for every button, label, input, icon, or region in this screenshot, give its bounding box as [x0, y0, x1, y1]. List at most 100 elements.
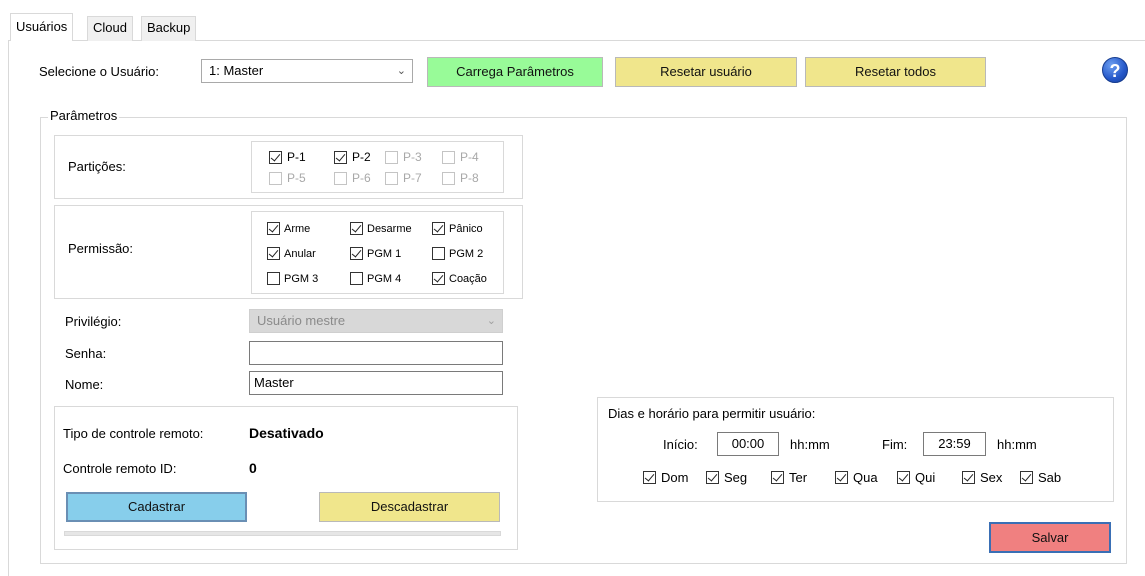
- remote-type-value: Desativado: [249, 425, 324, 441]
- checkbox-box[interactable]: [267, 222, 280, 235]
- checkbox-label: Sex: [980, 470, 1003, 485]
- permission-pgm-4-checkbox[interactable]: PGM 4: [350, 272, 401, 285]
- checkbox-label: PGM 4: [367, 272, 402, 285]
- password-field[interactable]: [249, 341, 503, 365]
- partition-p-1-checkbox[interactable]: P-1: [269, 150, 306, 164]
- reset-all-button[interactable]: Resetar todos: [805, 57, 986, 87]
- tab-usuarios[interactable]: Usuários: [10, 13, 74, 41]
- password-label: Senha:: [65, 346, 107, 361]
- privilege-select-value: Usuário mestre: [257, 313, 346, 328]
- checkbox-label: PGM 1: [367, 247, 402, 260]
- permission-pgm-1-checkbox[interactable]: PGM 1: [350, 247, 401, 260]
- permission-pânico-checkbox[interactable]: Pânico: [432, 222, 483, 235]
- checkbox-box[interactable]: [334, 150, 347, 164]
- permission-desarme-checkbox[interactable]: Desarme: [350, 222, 412, 235]
- unregister-button[interactable]: Descadastrar: [319, 492, 500, 522]
- end-label: Fim:: [882, 437, 908, 452]
- partition-p-7-checkbox: P-7: [385, 171, 422, 185]
- save-button[interactable]: Salvar: [989, 522, 1111, 553]
- select-user-label: Selecione o Usuário:: [39, 64, 159, 79]
- help-icon[interactable]: ?: [1102, 57, 1128, 83]
- name-label: Nome:: [65, 377, 104, 392]
- partition-p-4-checkbox: P-4: [442, 150, 479, 164]
- name-field[interactable]: Master: [249, 371, 503, 395]
- partitions-label: Partições:: [68, 159, 126, 174]
- checkbox-label: P-4: [460, 150, 479, 164]
- checkbox-label: Coação: [449, 272, 487, 285]
- checkbox-box[interactable]: [897, 471, 910, 484]
- partition-p-5-checkbox: P-5: [269, 171, 306, 185]
- permission-pgm-3-checkbox[interactable]: PGM 3: [267, 272, 318, 285]
- checkbox-box[interactable]: [835, 471, 848, 484]
- checkbox-box: [385, 150, 398, 164]
- tab-page-border: [8, 40, 9, 576]
- checkbox-box[interactable]: [350, 247, 363, 260]
- checkbox-box[interactable]: [350, 272, 363, 285]
- day-seg-checkbox[interactable]: Seg: [706, 470, 747, 485]
- remote-type-label: Tipo de controle remoto:: [63, 426, 204, 441]
- checkbox-label: P-1: [287, 150, 306, 164]
- privilege-select[interactable]: Usuário mestre ⌄: [249, 309, 503, 333]
- checkbox-box[interactable]: [269, 150, 282, 164]
- checkbox-label: Arme: [284, 222, 311, 235]
- partition-p-2-checkbox[interactable]: P-2: [334, 150, 371, 164]
- day-sex-checkbox[interactable]: Sex: [962, 470, 1002, 485]
- permission-label: Permissão:: [68, 241, 134, 256]
- checkbox-label: Dom: [661, 470, 689, 485]
- checkbox-box: [442, 171, 455, 185]
- tab-backup[interactable]: Backup: [141, 16, 197, 41]
- checkbox-box[interactable]: [962, 471, 975, 484]
- checkbox-box[interactable]: [771, 471, 784, 484]
- checkbox-box: [385, 171, 398, 185]
- chevron-down-icon: ⌄: [486, 315, 496, 327]
- day-qua-checkbox[interactable]: Qua: [835, 470, 878, 485]
- day-sab-checkbox[interactable]: Sab: [1020, 470, 1061, 485]
- checkbox-box[interactable]: [706, 471, 719, 484]
- checkbox-label: P-5: [287, 171, 306, 185]
- user-select[interactable]: 1: Master ⌄: [201, 59, 413, 83]
- checkbox-box[interactable]: [432, 247, 445, 260]
- start-time-field[interactable]: 00:00: [717, 432, 779, 456]
- end-time-field[interactable]: 23:59: [923, 432, 986, 456]
- permissions-grid: Arme Desarme Pânico Anular PGM 1 PGM 2 PGM 3 PG…: [251, 211, 504, 294]
- permission-anular-checkbox[interactable]: Anular: [267, 247, 316, 260]
- checkbox-label: Anular: [284, 247, 316, 260]
- checkbox-box[interactable]: [1020, 471, 1033, 484]
- remote-id-label: Controle remoto ID:: [63, 461, 177, 476]
- checkbox-label: Qui: [915, 470, 936, 485]
- register-button[interactable]: Cadastrar: [66, 492, 247, 522]
- permission-coação-checkbox[interactable]: Coação: [432, 272, 487, 285]
- schedule-title: Dias e horário para permitir usuário:: [608, 406, 816, 421]
- remote-progress-bar: [64, 531, 501, 536]
- chevron-down-icon: ⌄: [396, 65, 406, 77]
- checkbox-label: P-6: [352, 171, 371, 185]
- checkbox-box[interactable]: [643, 471, 656, 484]
- checkbox-label: Seg: [724, 470, 748, 485]
- checkbox-label: P-7: [403, 171, 422, 185]
- checkbox-box[interactable]: [432, 222, 445, 235]
- day-dom-checkbox[interactable]: Dom: [643, 470, 688, 485]
- start-unit: hh:mm: [790, 437, 830, 452]
- checkbox-box[interactable]: [432, 272, 445, 285]
- partition-p-3-checkbox: P-3: [385, 150, 422, 164]
- checkbox-label: Sab: [1038, 470, 1062, 485]
- checkbox-label: Pânico: [449, 222, 483, 235]
- checkbox-label: P-8: [460, 171, 479, 185]
- checkbox-box[interactable]: [267, 247, 280, 260]
- end-unit: hh:mm: [997, 437, 1037, 452]
- checkbox-label: Ter: [789, 470, 808, 485]
- checkbox-box: [269, 171, 282, 185]
- partitions-grid: P-1 P-2 P-3 P-4 P-5 P-6 P-7 P-8: [251, 141, 504, 193]
- tab-cloud[interactable]: Cloud: [87, 16, 133, 41]
- permission-pgm-2-checkbox[interactable]: PGM 2: [432, 247, 483, 260]
- checkbox-box[interactable]: [267, 272, 280, 285]
- checkbox-box[interactable]: [350, 222, 363, 235]
- start-label: Início:: [663, 437, 698, 452]
- permission-arme-checkbox[interactable]: Arme: [267, 222, 310, 235]
- day-qui-checkbox[interactable]: Qui: [897, 470, 935, 485]
- checkbox-label: P-2: [352, 150, 371, 164]
- load-params-button[interactable]: Carrega Parâmetros: [427, 57, 603, 87]
- day-ter-checkbox[interactable]: Ter: [771, 470, 807, 485]
- reset-user-button[interactable]: Resetar usuário: [615, 57, 797, 87]
- checkbox-box: [334, 171, 347, 185]
